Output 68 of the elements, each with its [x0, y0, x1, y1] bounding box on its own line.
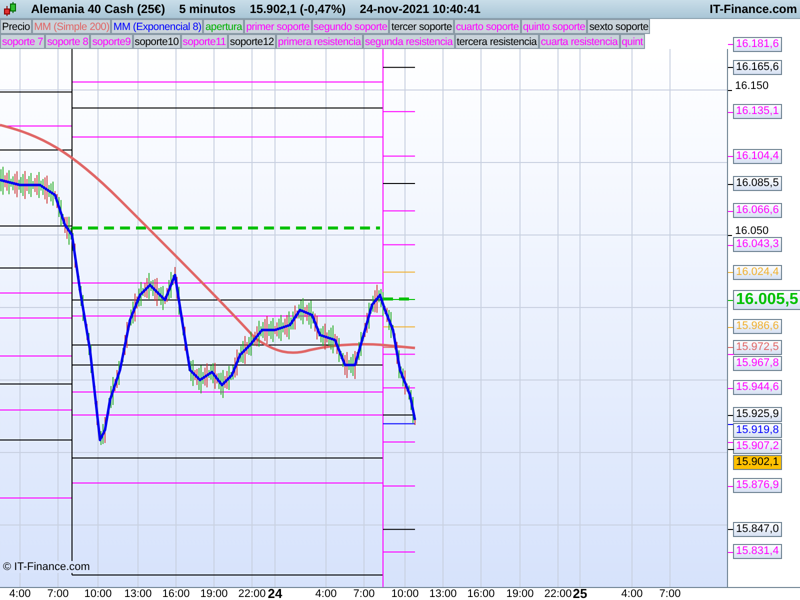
price-tag: 15.876,9	[733, 478, 782, 494]
price-tag: 15.831,4	[733, 544, 782, 560]
price-tag: 15.907,2	[733, 439, 782, 454]
date-label: 25	[572, 588, 588, 600]
time-label: 4:00	[9, 588, 31, 600]
legend-item[interactable]: segunda resistencia	[362, 34, 455, 49]
price-tick-label: 16.050	[735, 226, 769, 237]
price-tag: 15.972,5	[733, 340, 782, 355]
legend-item[interactable]: soporte 8	[45, 34, 90, 49]
timestamp-text: 24-nov-2021 10:40:41	[360, 1, 481, 18]
brand-text: IT-Finance.com	[710, 1, 797, 18]
time-label: 4:00	[621, 588, 643, 600]
legend-item[interactable]: segundo soporte	[312, 19, 390, 34]
price-tag: 16.024,4	[733, 264, 782, 280]
time-label: 16:00	[467, 588, 495, 600]
price-tag: 16.181,6	[733, 36, 782, 52]
price-tag: 16.104,4	[733, 148, 782, 164]
legend-item[interactable]: soporte11	[180, 34, 228, 49]
interval-label: 5 minutos	[179, 1, 236, 18]
legend-item[interactable]: primera resistencia	[276, 34, 363, 49]
date-label: 24	[268, 588, 282, 600]
time-label: 22:00	[238, 588, 266, 600]
price-tag: 15.986,6	[733, 319, 782, 334]
price-tag: 16.005,5	[733, 290, 800, 310]
price-tag: 16.066,6	[733, 203, 782, 218]
quote-text: 15.902,1 (-0,47%)	[250, 1, 346, 18]
price-tag: 16.043,3	[733, 237, 782, 252]
price-tag: 16.135,1	[733, 104, 782, 120]
time-label: 10:00	[391, 588, 419, 600]
legend-item[interactable]: MM (Simple 200)	[32, 19, 112, 34]
price-tag: 16.165,6	[733, 60, 782, 75]
legend-item[interactable]: MM (Exponencial 8)	[111, 19, 204, 34]
legend-item[interactable]: soporte10	[132, 34, 181, 49]
legend-item[interactable]: primer soporte	[244, 19, 312, 34]
legend-item[interactable]: quint	[620, 34, 645, 49]
legend-item[interactable]: apertura	[203, 19, 244, 34]
legend-item[interactable]: cuarta resistencia	[538, 34, 620, 49]
time-label: 7:00	[659, 588, 681, 600]
time-label: 13:00	[429, 588, 457, 600]
price-tag: 15.847,0	[733, 522, 782, 537]
time-label: 7:00	[353, 588, 375, 600]
legend-item[interactable]: Precio	[0, 19, 32, 34]
price-tag: 15.944,6	[733, 380, 782, 396]
time-label: 22:00	[544, 588, 572, 600]
price-tag: 15.902,1	[733, 455, 782, 470]
candlestick-icon	[3, 1, 17, 17]
time-label: 19:00	[200, 588, 228, 600]
legend-item[interactable]: tercer soporte	[389, 19, 454, 34]
legend-item[interactable]: soporte 7	[0, 34, 46, 49]
time-label: 7:00	[47, 588, 69, 600]
time-label: 4:00	[315, 588, 337, 600]
time-label: 16:00	[162, 588, 190, 600]
price-tag: 16.085,5	[733, 176, 782, 192]
time-label: 19:00	[506, 588, 534, 600]
price-tag: 15.919,8	[733, 423, 782, 438]
legend-item[interactable]: cuarto soporte	[454, 19, 521, 34]
price-tag: 15.967,8	[733, 356, 782, 371]
price-tag: 15.925,9	[733, 407, 782, 422]
legend-item[interactable]: quinto soporte	[520, 19, 588, 34]
time-label: 10:00	[84, 588, 112, 600]
legend-item[interactable]: tercera resistencia	[454, 34, 539, 49]
legend-item[interactable]: sexto soporte	[587, 19, 650, 34]
price-tick-label: 16.150	[735, 81, 769, 92]
copyright-text: © IT-Finance.com	[3, 561, 90, 573]
legend-item[interactable]: soporte12	[228, 34, 276, 49]
legend-item[interactable]: soporte9	[90, 34, 133, 49]
time-label: 13:00	[124, 588, 152, 600]
instrument-name: Alemania 40 Cash (25€)	[31, 1, 166, 18]
